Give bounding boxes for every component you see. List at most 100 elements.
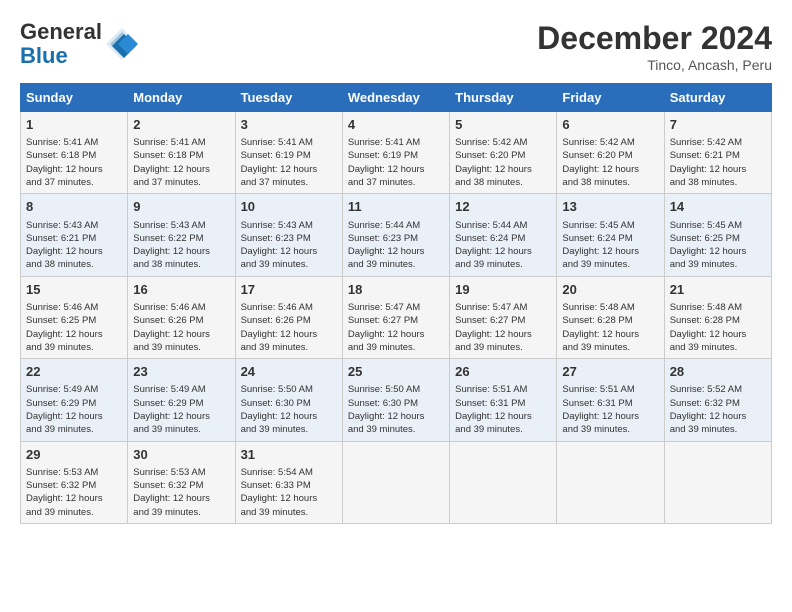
day-cell: 15Sunrise: 5:46 AM Sunset: 6:25 PM Dayli… [21, 276, 128, 358]
day-cell: 1Sunrise: 5:41 AM Sunset: 6:18 PM Daylig… [21, 112, 128, 194]
day-info: Sunrise: 5:47 AM Sunset: 6:27 PM Dayligh… [348, 301, 444, 354]
header-friday: Friday [557, 84, 664, 112]
day-number: 27 [562, 363, 658, 381]
header-saturday: Saturday [664, 84, 771, 112]
day-number: 30 [133, 446, 229, 464]
day-cell [664, 441, 771, 523]
day-number: 26 [455, 363, 551, 381]
day-cell: 3 Sunrise: 5:41 AM Sunset: 6:19 PM Daylig… [235, 112, 342, 194]
day-number: 14 [670, 198, 766, 216]
header-sunday: Sunday [21, 84, 128, 112]
day-cell [342, 441, 449, 523]
day-number: 1 [26, 116, 122, 134]
day-info: Sunrise: 5:43 AM Sunset: 6:21 PM Dayligh… [26, 219, 122, 272]
day-info: Sunrise: 5:41 AM Sunset: 6:19 PM Dayligh… [241, 136, 337, 189]
calendar-header: SundayMondayTuesdayWednesdayThursdayFrid… [21, 84, 772, 112]
logo: General Blue [20, 20, 140, 68]
page-header: General Blue December 2024 Tinco, Ancash… [20, 20, 772, 73]
day-cell: 31 Sunrise: 5:54 AM Sunset: 6:33 PM Dayli… [235, 441, 342, 523]
day-number: 16 [133, 281, 229, 299]
day-cell: 19Sunrise: 5:47 AM Sunset: 6:27 PM Dayli… [450, 276, 557, 358]
day-number: 6 [562, 116, 658, 134]
day-info: Sunrise: 5:42 AM Sunset: 6:20 PM Dayligh… [562, 136, 658, 189]
day-cell: 22 Sunrise: 5:49 AM Sunset: 6:29 PM Dayli… [21, 359, 128, 441]
header-thursday: Thursday [450, 84, 557, 112]
day-info: Sunrise: 5:44 AM Sunset: 6:23 PM Dayligh… [348, 219, 444, 272]
day-cell: 18 Sunrise: 5:47 AM Sunset: 6:27 PM Dayli… [342, 276, 449, 358]
day-cell: 29 Sunrise: 5:53 AM Sunset: 6:32 PM Dayli… [21, 441, 128, 523]
week-row-2: 8 Sunrise: 5:43 AM Sunset: 6:21 PM Daylig… [21, 194, 772, 276]
day-info: Sunrise: 5:50 AM Sunset: 6:30 PM Dayligh… [348, 383, 444, 436]
day-number: 23 [133, 363, 229, 381]
day-number: 9 [133, 198, 229, 216]
header-tuesday: Tuesday [235, 84, 342, 112]
day-cell: 6 Sunrise: 5:42 AM Sunset: 6:20 PM Daylig… [557, 112, 664, 194]
day-number: 29 [26, 446, 122, 464]
logo-blue: Blue [20, 44, 102, 68]
day-number: 18 [348, 281, 444, 299]
day-info: Sunrise: 5:44 AM Sunset: 6:24 PM Dayligh… [455, 219, 551, 272]
day-info: Sunrise: 5:48 AM Sunset: 6:28 PM Dayligh… [562, 301, 658, 354]
day-cell: 2 Sunrise: 5:41 AM Sunset: 6:18 PM Daylig… [128, 112, 235, 194]
location: Tinco, Ancash, Peru [537, 57, 772, 73]
day-number: 11 [348, 198, 444, 216]
day-number: 22 [26, 363, 122, 381]
day-cell [557, 441, 664, 523]
day-cell: 23 Sunrise: 5:49 AM Sunset: 6:29 PM Dayli… [128, 359, 235, 441]
day-info: Sunrise: 5:41 AM Sunset: 6:18 PM Dayligh… [133, 136, 229, 189]
day-cell: 7Sunrise: 5:42 AM Sunset: 6:21 PM Daylig… [664, 112, 771, 194]
day-cell: 20 Sunrise: 5:48 AM Sunset: 6:28 PM Dayli… [557, 276, 664, 358]
day-info: Sunrise: 5:46 AM Sunset: 6:26 PM Dayligh… [133, 301, 229, 354]
day-info: Sunrise: 5:48 AM Sunset: 6:28 PM Dayligh… [670, 301, 766, 354]
header-row: SundayMondayTuesdayWednesdayThursdayFrid… [21, 84, 772, 112]
day-number: 31 [241, 446, 337, 464]
day-info: Sunrise: 5:49 AM Sunset: 6:29 PM Dayligh… [26, 383, 122, 436]
header-wednesday: Wednesday [342, 84, 449, 112]
day-number: 8 [26, 198, 122, 216]
day-cell: 25 Sunrise: 5:50 AM Sunset: 6:30 PM Dayli… [342, 359, 449, 441]
day-number: 20 [562, 281, 658, 299]
day-number: 12 [455, 198, 551, 216]
calendar-table: SundayMondayTuesdayWednesdayThursdayFrid… [20, 83, 772, 524]
day-number: 28 [670, 363, 766, 381]
week-row-3: 15Sunrise: 5:46 AM Sunset: 6:25 PM Dayli… [21, 276, 772, 358]
day-cell: 21 Sunrise: 5:48 AM Sunset: 6:28 PM Dayli… [664, 276, 771, 358]
day-info: Sunrise: 5:45 AM Sunset: 6:24 PM Dayligh… [562, 219, 658, 272]
day-cell: 24Sunrise: 5:50 AM Sunset: 6:30 PM Dayli… [235, 359, 342, 441]
day-info: Sunrise: 5:41 AM Sunset: 6:19 PM Dayligh… [348, 136, 444, 189]
day-cell: 10Sunrise: 5:43 AM Sunset: 6:23 PM Dayli… [235, 194, 342, 276]
day-info: Sunrise: 5:51 AM Sunset: 6:31 PM Dayligh… [455, 383, 551, 436]
day-cell: 13Sunrise: 5:45 AM Sunset: 6:24 PM Dayli… [557, 194, 664, 276]
day-cell: 5Sunrise: 5:42 AM Sunset: 6:20 PM Daylig… [450, 112, 557, 194]
logo-general: General [20, 20, 102, 44]
day-cell: 8 Sunrise: 5:43 AM Sunset: 6:21 PM Daylig… [21, 194, 128, 276]
day-number: 5 [455, 116, 551, 134]
day-info: Sunrise: 5:49 AM Sunset: 6:29 PM Dayligh… [133, 383, 229, 436]
day-number: 21 [670, 281, 766, 299]
day-info: Sunrise: 5:52 AM Sunset: 6:32 PM Dayligh… [670, 383, 766, 436]
day-number: 2 [133, 116, 229, 134]
day-cell: 11 Sunrise: 5:44 AM Sunset: 6:23 PM Dayli… [342, 194, 449, 276]
title-block: December 2024 Tinco, Ancash, Peru [537, 20, 772, 73]
day-cell: 14 Sunrise: 5:45 AM Sunset: 6:25 PM Dayli… [664, 194, 771, 276]
day-info: Sunrise: 5:46 AM Sunset: 6:26 PM Dayligh… [241, 301, 337, 354]
month-title: December 2024 [537, 20, 772, 57]
day-info: Sunrise: 5:46 AM Sunset: 6:25 PM Dayligh… [26, 301, 122, 354]
day-info: Sunrise: 5:53 AM Sunset: 6:32 PM Dayligh… [26, 466, 122, 519]
day-cell [450, 441, 557, 523]
day-cell: 9Sunrise: 5:43 AM Sunset: 6:22 PM Daylig… [128, 194, 235, 276]
day-info: Sunrise: 5:47 AM Sunset: 6:27 PM Dayligh… [455, 301, 551, 354]
day-info: Sunrise: 5:43 AM Sunset: 6:23 PM Dayligh… [241, 219, 337, 272]
day-number: 25 [348, 363, 444, 381]
day-number: 17 [241, 281, 337, 299]
day-cell: 27Sunrise: 5:51 AM Sunset: 6:31 PM Dayli… [557, 359, 664, 441]
day-cell: 17 Sunrise: 5:46 AM Sunset: 6:26 PM Dayli… [235, 276, 342, 358]
day-cell: 16 Sunrise: 5:46 AM Sunset: 6:26 PM Dayli… [128, 276, 235, 358]
day-cell: 28 Sunrise: 5:52 AM Sunset: 6:32 PM Dayli… [664, 359, 771, 441]
day-info: Sunrise: 5:54 AM Sunset: 6:33 PM Dayligh… [241, 466, 337, 519]
day-cell: 12 Sunrise: 5:44 AM Sunset: 6:24 PM Dayli… [450, 194, 557, 276]
logo-icon [104, 26, 140, 62]
day-info: Sunrise: 5:45 AM Sunset: 6:25 PM Dayligh… [670, 219, 766, 272]
day-number: 3 [241, 116, 337, 134]
day-info: Sunrise: 5:53 AM Sunset: 6:32 PM Dayligh… [133, 466, 229, 519]
